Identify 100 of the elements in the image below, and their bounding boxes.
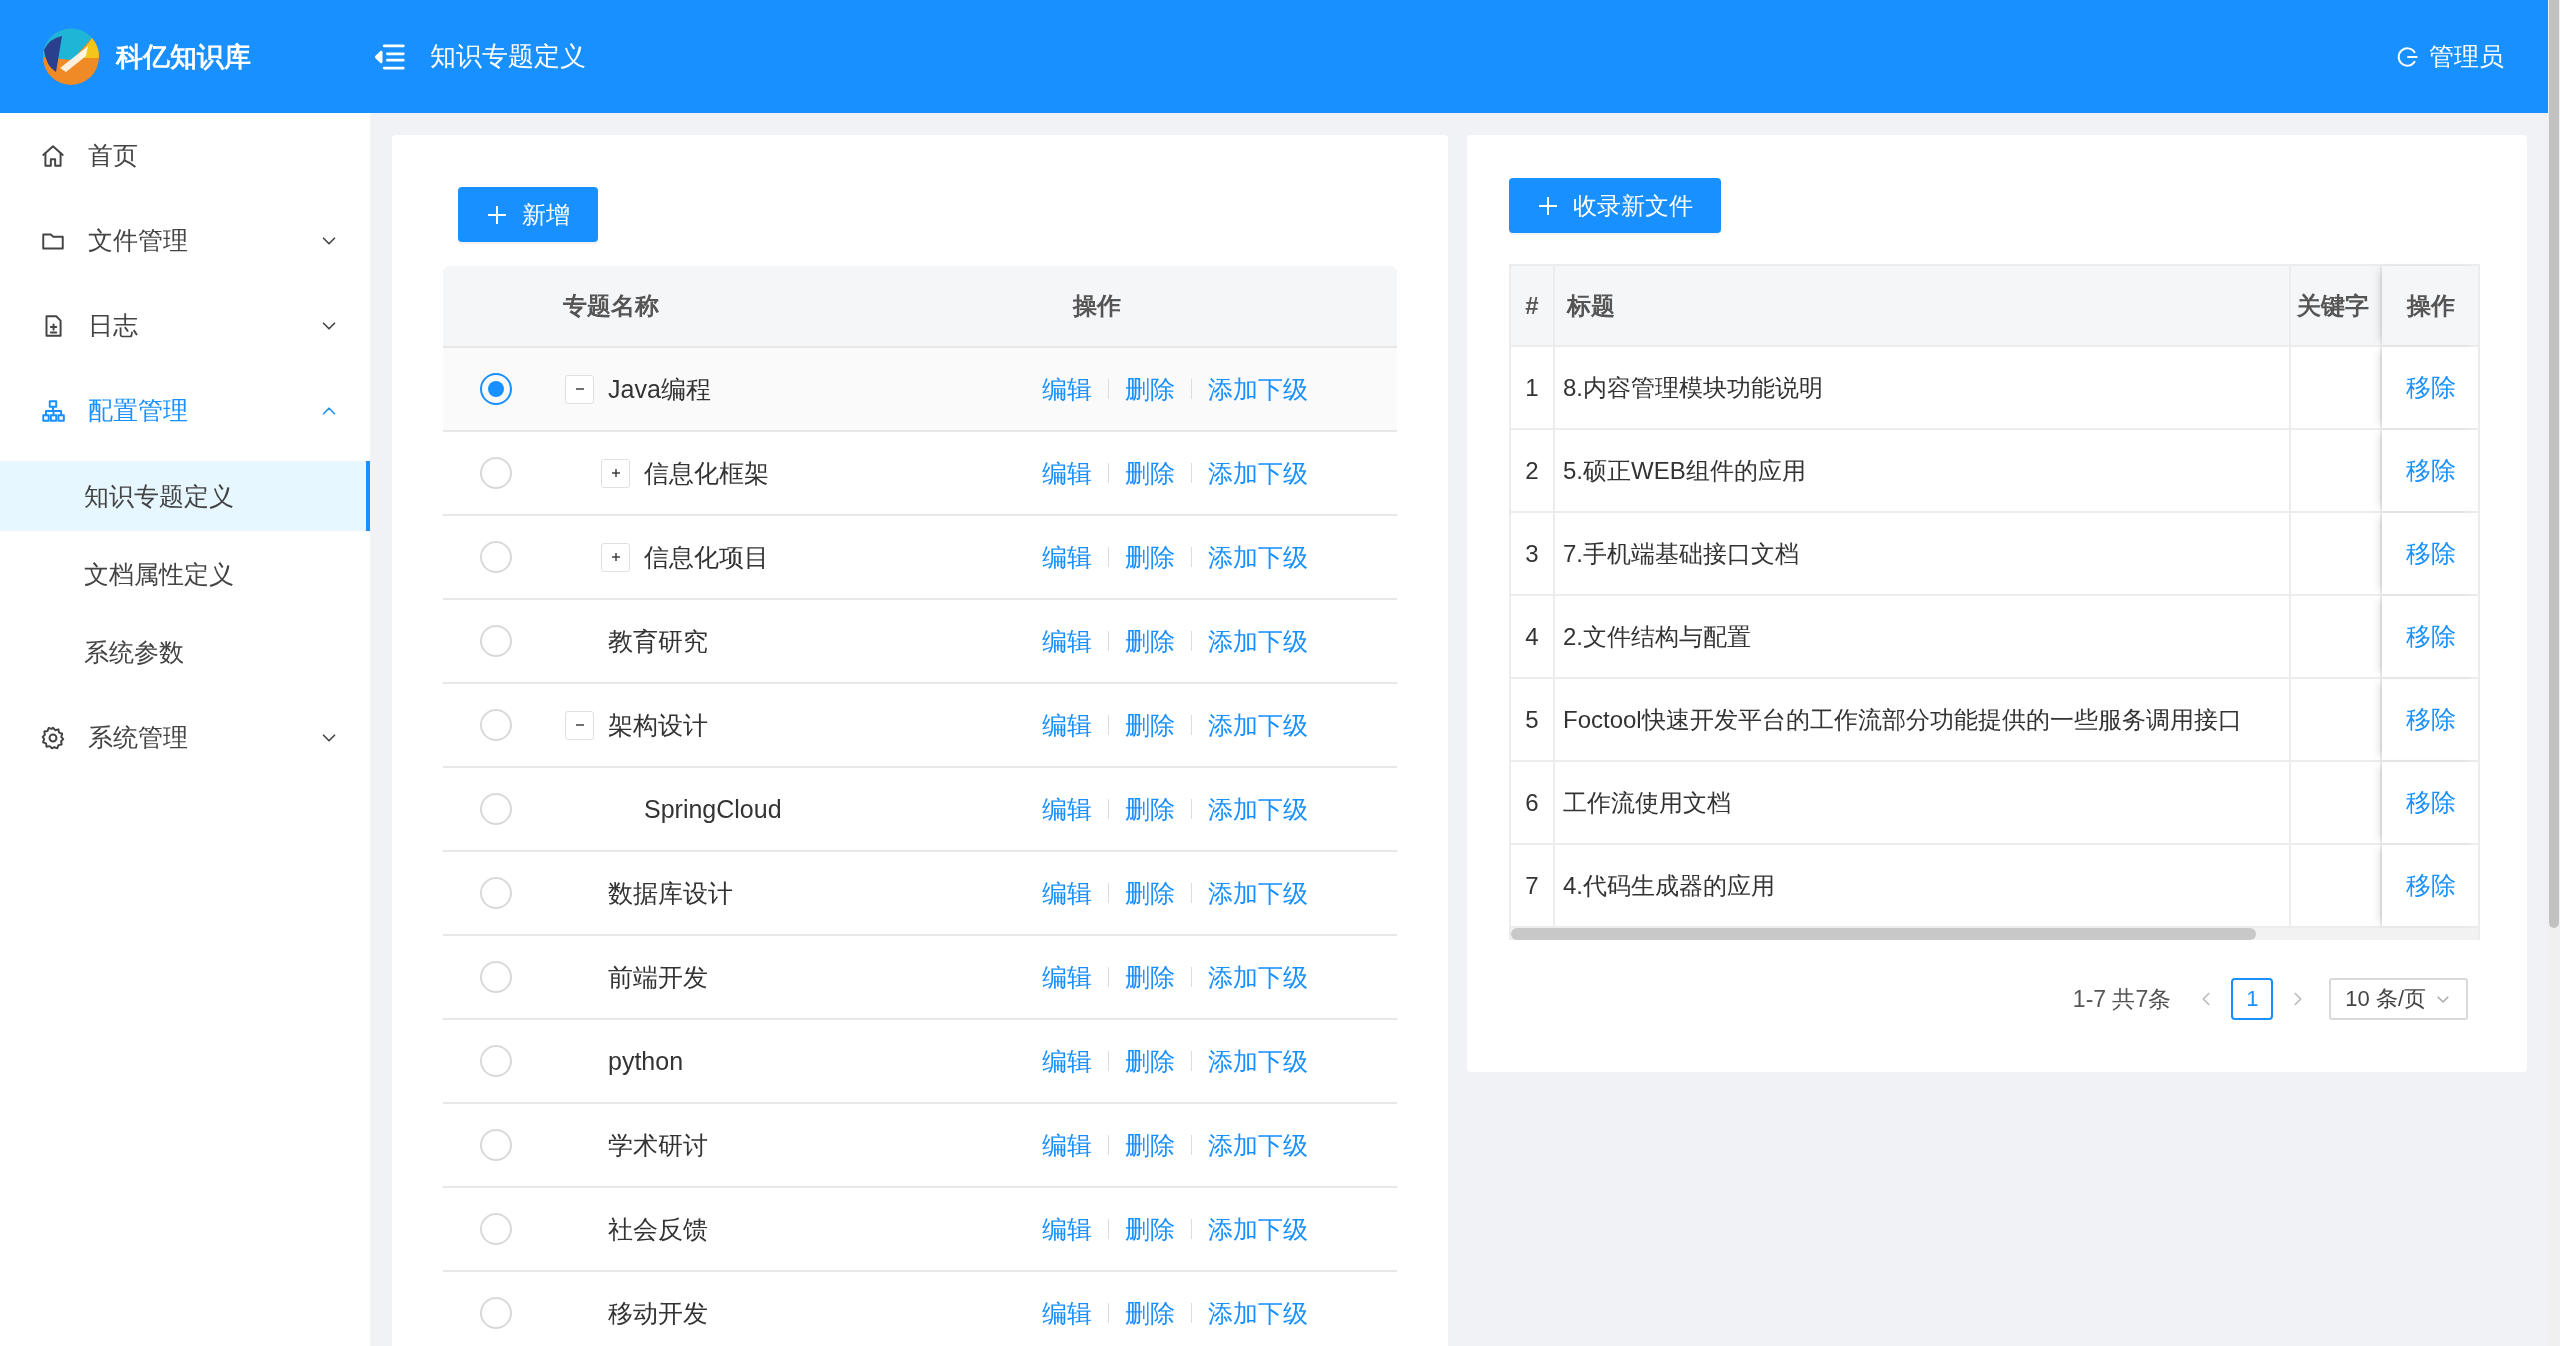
- table-cell: 7: [1511, 845, 1555, 926]
- action-link[interactable]: 添加下级: [1208, 1296, 1308, 1330]
- remove-link[interactable]: 移除: [2405, 537, 2456, 570]
- action-link[interactable]: 编辑: [1042, 960, 1092, 994]
- action-link[interactable]: 删除: [1125, 708, 1175, 742]
- topic-name: 移动开发: [608, 1297, 708, 1329]
- page-size-select[interactable]: 10 条/页: [2329, 978, 2468, 1020]
- action-link[interactable]: 添加下级: [1208, 624, 1308, 658]
- sidebar-subitem[interactable]: 系统参数: [0, 617, 370, 687]
- add-file-button[interactable]: 收录新文件: [1509, 178, 1721, 233]
- action-link[interactable]: 删除: [1125, 1128, 1175, 1162]
- action-link[interactable]: 删除: [1125, 624, 1175, 658]
- action-link[interactable]: 删除: [1125, 1296, 1175, 1330]
- action-link[interactable]: 删除: [1125, 1044, 1175, 1078]
- column-header: 标题: [1555, 266, 2291, 345]
- plus-icon: [609, 551, 622, 563]
- action-link[interactable]: 编辑: [1042, 456, 1092, 490]
- add-button[interactable]: 新增: [458, 187, 598, 242]
- action-link[interactable]: 添加下级: [1208, 792, 1308, 826]
- remove-link[interactable]: 移除: [2405, 869, 2456, 902]
- logo-icon: [42, 27, 100, 86]
- action-link[interactable]: 编辑: [1042, 876, 1092, 910]
- settings-icon: [40, 724, 66, 751]
- action-link[interactable]: 编辑: [1042, 624, 1092, 658]
- scrollbar[interactable]: [2548, 0, 2560, 1346]
- action-link[interactable]: 添加下级: [1208, 1044, 1308, 1078]
- action-link[interactable]: 添加下级: [1208, 876, 1308, 910]
- plus-icon: [486, 203, 508, 226]
- table-cell: 3: [1511, 513, 1555, 594]
- pagination-summary: 1-7 共7条: [2072, 984, 2172, 1014]
- action-link[interactable]: 添加下级: [1208, 960, 1308, 994]
- remove-link[interactable]: 移除: [2405, 620, 2456, 653]
- remove-link[interactable]: 移除: [2405, 786, 2456, 819]
- action-link[interactable]: 添加下级: [1208, 1128, 1308, 1162]
- remove-link[interactable]: 移除: [2405, 703, 2456, 736]
- table-cell: 2.文件结构与配置: [1555, 596, 2291, 677]
- page-button[interactable]: 1: [2231, 978, 2274, 1020]
- action-link[interactable]: 编辑: [1042, 1212, 1092, 1246]
- action-link[interactable]: 添加下级: [1208, 1212, 1308, 1246]
- table-cell: 工作流使用文档: [1555, 762, 2291, 843]
- action-link[interactable]: 删除: [1125, 1212, 1175, 1246]
- column-header: #: [1511, 266, 1555, 345]
- action-link[interactable]: 添加下级: [1208, 540, 1308, 574]
- topic-name: 数据库设计: [608, 877, 733, 909]
- topic-name: 架构设计: [608, 709, 708, 741]
- sidebar-item[interactable]: 日志: [0, 283, 370, 368]
- table-cell: 8.内容管理模块功能说明: [1555, 347, 2291, 428]
- action-link[interactable]: 编辑: [1042, 372, 1092, 406]
- column-header: 关键字: [2291, 266, 2382, 345]
- topic-name: 前端开发: [608, 961, 708, 993]
- action-link[interactable]: 添加下级: [1208, 456, 1308, 490]
- action-link[interactable]: 删除: [1125, 960, 1175, 994]
- action-link[interactable]: 编辑: [1042, 792, 1092, 826]
- sidebar-item[interactable]: 系统管理: [0, 695, 370, 780]
- expand-toggle[interactable]: [601, 458, 630, 488]
- sidebar-item[interactable]: 配置管理: [0, 368, 370, 453]
- action-link[interactable]: 编辑: [1042, 708, 1092, 742]
- topic-name: 学术研讨: [608, 1129, 708, 1161]
- topic-name: 社会反馈: [608, 1213, 708, 1245]
- home-icon: [40, 142, 66, 169]
- column-header: 专题名称: [563, 291, 660, 321]
- table-cell: 5.硕正WEB组件的应用: [1555, 430, 2291, 511]
- action-link[interactable]: 编辑: [1042, 1044, 1092, 1078]
- remove-link[interactable]: 移除: [2405, 454, 2456, 487]
- sidebar-item[interactable]: 文件管理: [0, 198, 370, 283]
- action-link[interactable]: 编辑: [1042, 1128, 1092, 1162]
- action-link[interactable]: 编辑: [1042, 1296, 1092, 1330]
- action-link[interactable]: 添加下级: [1208, 708, 1308, 742]
- sitemap-icon: [40, 397, 66, 424]
- action-link[interactable]: 删除: [1125, 792, 1175, 826]
- topic-name: 信息化框架: [644, 457, 769, 489]
- action-link[interactable]: 删除: [1125, 876, 1175, 910]
- action-link[interactable]: 删除: [1125, 372, 1175, 406]
- page-title: 知识专题定义: [430, 40, 586, 73]
- table-cell: 6: [1511, 762, 1555, 843]
- collapse-toggle[interactable]: [565, 374, 594, 404]
- expand-toggle[interactable]: [601, 542, 630, 572]
- user-name[interactable]: 管理员: [2429, 40, 2504, 73]
- sidebar-subitem[interactable]: 知识专题定义: [0, 461, 370, 531]
- action-link[interactable]: 删除: [1125, 540, 1175, 574]
- radio-button[interactable]: [480, 373, 512, 405]
- remove-link[interactable]: 移除: [2405, 371, 2456, 404]
- scrollbar[interactable]: [1511, 928, 2478, 940]
- topic-name: python: [608, 1046, 684, 1076]
- table-cell: 7.手机端基础接口文档: [1555, 513, 2291, 594]
- table-cell: 5: [1511, 679, 1555, 760]
- action-link[interactable]: 编辑: [1042, 540, 1092, 574]
- topic-name: SpringCloud: [644, 794, 782, 824]
- sidebar-item[interactable]: 首页: [0, 113, 370, 198]
- table-cell: 2: [1511, 430, 1555, 511]
- table-cell: 1: [1511, 347, 1555, 428]
- action-link[interactable]: 删除: [1125, 456, 1175, 490]
- collapse-toggle[interactable]: [565, 710, 594, 740]
- table-cell: 4: [1511, 596, 1555, 677]
- column-header: 操作: [2382, 266, 2479, 345]
- topic-name: 信息化项目: [644, 541, 769, 573]
- sidebar-subitem[interactable]: 文档属性定义: [0, 539, 370, 609]
- app-name: 科亿知识库: [116, 40, 251, 74]
- action-link[interactable]: 添加下级: [1208, 372, 1308, 406]
- plus-icon: [609, 467, 622, 479]
